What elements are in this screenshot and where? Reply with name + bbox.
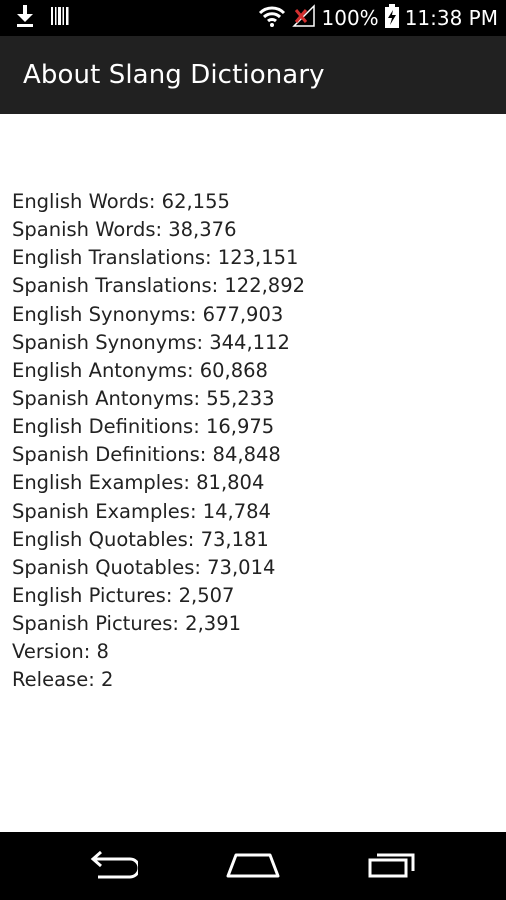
stat-spanish-synonyms: Spanish Synonyms: 344,112 [12,330,290,354]
notification-icons [14,4,70,32]
system-status: 100% 11:38 PM [258,4,498,32]
home-button[interactable] [203,832,303,900]
status-bar: 100% 11:38 PM [0,0,506,36]
stat-english-words: English Words: 62,155 [12,190,230,213]
download-icon [14,4,36,32]
home-icon [225,849,281,883]
stat-english-synonyms: English Synonyms: 677,903 [12,302,284,326]
stat-spanish-definitions: Spanish Definitions: 84,848 [12,443,281,467]
battery-percent: 100% [321,6,379,30]
stat-version: Version: 8 [12,640,109,664]
stat-english-antonyms: English Antonyms: 60,868 [12,358,268,382]
stat-english-definitions: English Definitions: 16,975 [12,415,275,439]
stat-spanish-translations: Spanish Translations: 122,892 [12,274,306,298]
recent-apps-icon [367,849,419,883]
back-icon [88,849,141,883]
clock: 11:38 PM [404,6,498,30]
stat-spanish-examples: Spanish Examples: 14,784 [12,499,271,523]
back-button[interactable] [63,832,163,900]
stat-spanish-quotables: Spanish Quotables: 73,014 [12,555,276,579]
no-signal-icon [291,4,316,32]
action-bar: About Slang Dictionary [0,36,506,114]
stat-english-examples: English Examples: 81,804 [12,471,265,495]
barcode-icon [50,5,70,31]
recent-apps-button[interactable] [343,832,443,900]
battery-charging-icon [384,4,399,32]
page-title: About Slang Dictionary [23,60,325,90]
stat-spanish-words: Spanish Words: 38,376 [12,218,237,242]
stat-release: Release: 2 [12,668,114,692]
stat-english-translations: English Translations: 123,151 [12,246,299,270]
stat-spanish-antonyms: Spanish Antonyms: 55,233 [12,386,275,410]
stat-english-quotables: English Quotables: 73,181 [12,527,269,551]
wifi-icon [258,4,286,32]
stats-list: English Words: 62,155 Spanish Words: 38,… [12,188,492,695]
stat-spanish-pictures: Spanish Pictures: 2,391 [12,612,242,636]
stat-english-pictures: English Pictures: 2,507 [12,583,235,607]
navigation-bar [0,832,506,900]
